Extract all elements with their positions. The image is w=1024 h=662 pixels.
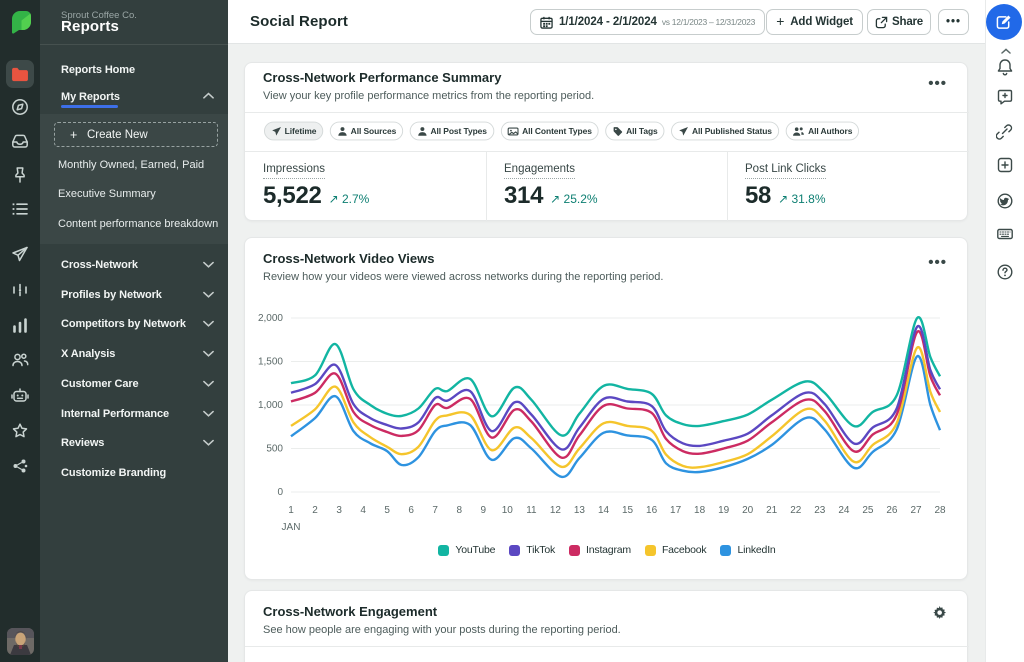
svg-text:21: 21	[766, 505, 778, 516]
svg-text:5: 5	[384, 505, 390, 516]
svg-text:16: 16	[646, 505, 658, 516]
svg-text:6: 6	[408, 505, 414, 516]
svg-text:22: 22	[790, 505, 802, 516]
svg-text:14: 14	[598, 505, 610, 516]
svg-text:11: 11	[526, 505, 537, 516]
svg-text:0: 0	[277, 487, 283, 498]
svg-text:9: 9	[481, 505, 487, 516]
svg-text:7: 7	[432, 505, 438, 516]
svg-text:27: 27	[910, 505, 922, 516]
svg-text:8: 8	[457, 505, 463, 516]
svg-text:24: 24	[838, 505, 850, 516]
svg-text:1,000: 1,000	[258, 400, 283, 411]
svg-text:3: 3	[336, 505, 342, 516]
svg-text:25: 25	[862, 505, 874, 516]
svg-text:28: 28	[934, 505, 946, 516]
svg-text:12: 12	[550, 505, 562, 516]
svg-text:10: 10	[502, 505, 514, 516]
svg-text:13: 13	[574, 505, 586, 516]
svg-text:2,000: 2,000	[258, 313, 283, 324]
svg-text:1: 1	[288, 505, 294, 516]
svg-text:19: 19	[718, 505, 730, 516]
svg-text:JAN: JAN	[282, 522, 301, 533]
svg-text:17: 17	[670, 505, 682, 516]
svg-text:18: 18	[694, 505, 706, 516]
svg-text:1,500: 1,500	[258, 357, 283, 368]
svg-text:4: 4	[360, 505, 366, 516]
svg-text:15: 15	[622, 505, 634, 516]
svg-text:500: 500	[266, 444, 283, 455]
svg-text:26: 26	[886, 505, 898, 516]
svg-text:23: 23	[814, 505, 826, 516]
svg-text:20: 20	[742, 505, 754, 516]
svg-text:2: 2	[312, 505, 318, 516]
